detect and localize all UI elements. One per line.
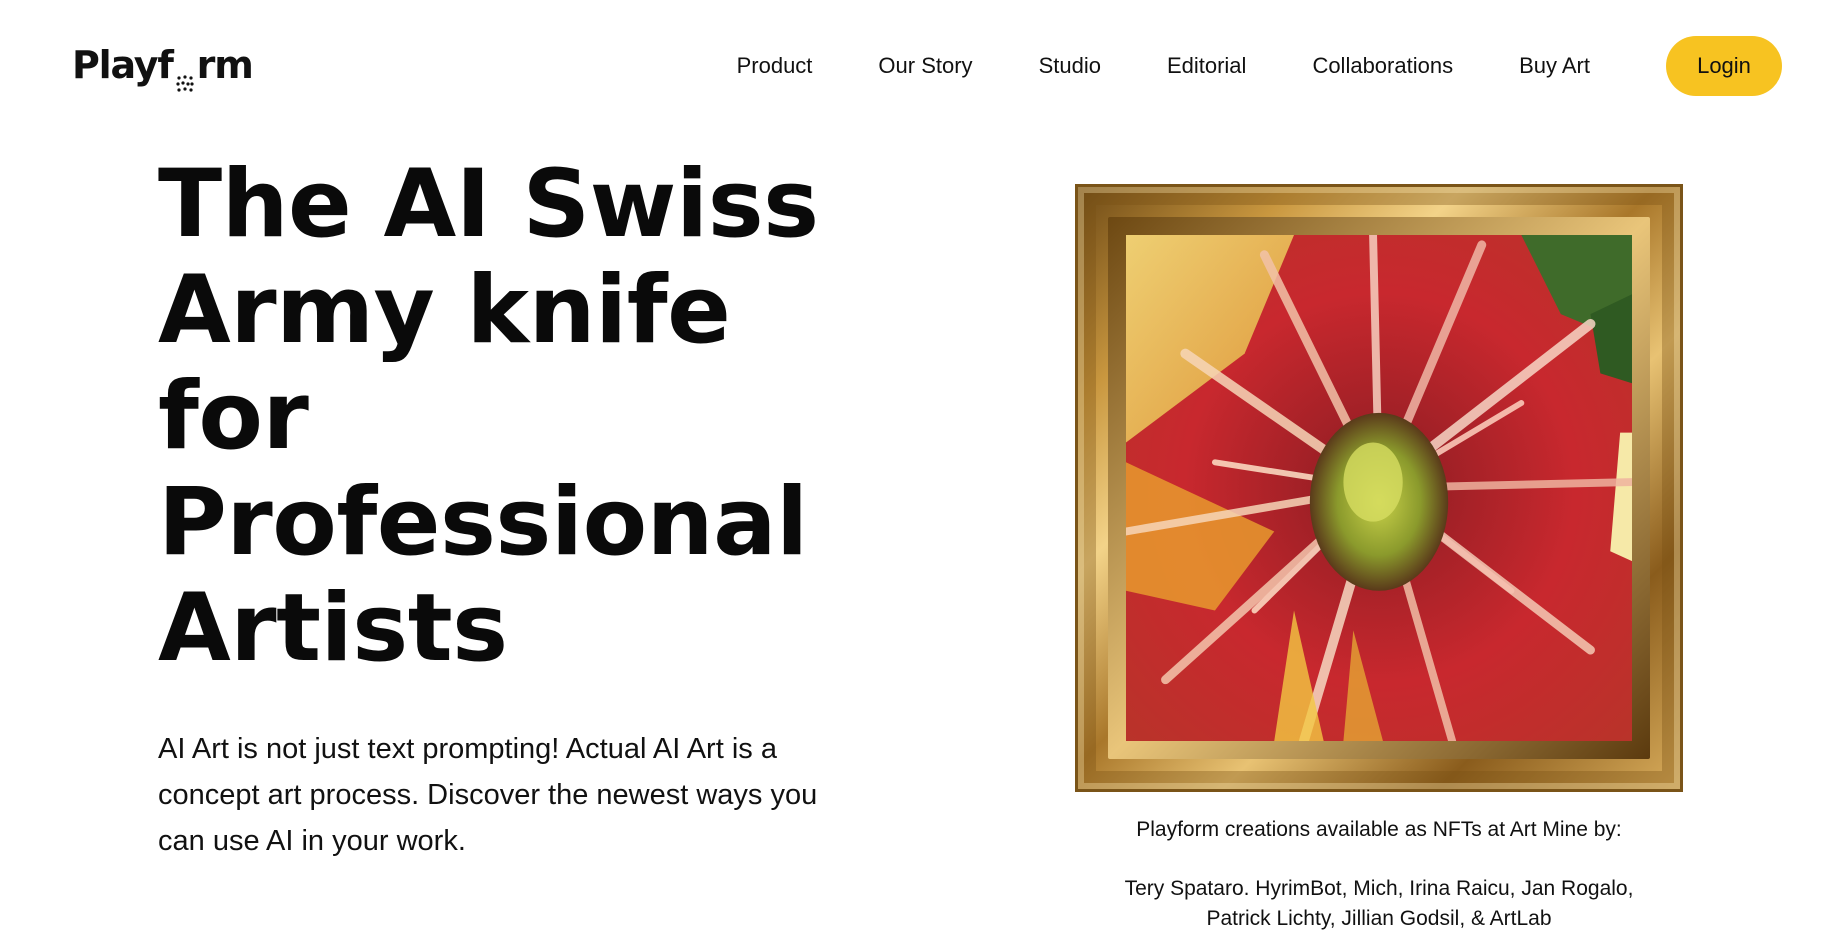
nav-collaborations[interactable]: Collaborations: [1312, 53, 1453, 79]
hero-description-line: concept art process. Discover the newest…: [158, 779, 818, 811]
main-nav: Product Our Story Studio Editorial Colla…: [737, 36, 1782, 96]
nav-studio[interactable]: Studio: [1039, 53, 1101, 79]
hero-title-line: Army knife: [158, 256, 731, 365]
logo-dot-icon: [175, 59, 195, 92]
hero-description: AI Art is not just text prompting! Actua…: [158, 726, 898, 864]
nav-product[interactable]: Product: [737, 53, 813, 79]
flower-artwork-image: [1126, 235, 1632, 741]
playform-logo[interactable]: Playf rm: [72, 40, 254, 92]
logo-text-right: rm: [196, 43, 254, 87]
nav-editorial[interactable]: Editorial: [1167, 53, 1246, 79]
site-header: Playf rm Product Our Story Studio Editor…: [0, 0, 1834, 120]
nav-our-story[interactable]: Our Story: [878, 53, 972, 79]
hero-description-line: can use AI in your work.: [158, 825, 466, 857]
hero-title-line: Professional: [158, 468, 808, 577]
hero-description-line: AI Art is not just text prompting! Actua…: [158, 733, 777, 765]
hero-title: The AI Swiss Army knife for Professional…: [158, 152, 898, 682]
artwork-artists: Tery Spataro. HyrimBot, Mich, Irina Raic…: [1075, 874, 1683, 934]
artwork-artists-line: Patrick Lichty, Jillian Godsil, & ArtLab: [1206, 907, 1552, 930]
logo-text-left: Playf: [72, 43, 174, 87]
artwork-caption: Playform creations available as NFTs at …: [1136, 818, 1622, 841]
artwork-frame: [1075, 184, 1683, 792]
hero-title-line: The AI Swiss: [158, 150, 819, 259]
nav-buy-art[interactable]: Buy Art: [1519, 53, 1590, 79]
flower-painting: [1126, 235, 1632, 741]
artwork-artists-line: Tery Spataro. HyrimBot, Mich, Irina Raic…: [1124, 877, 1634, 900]
hero-title-line: Artists: [158, 574, 508, 683]
login-button[interactable]: Login: [1666, 36, 1782, 96]
hero-title-line: for: [158, 362, 309, 471]
